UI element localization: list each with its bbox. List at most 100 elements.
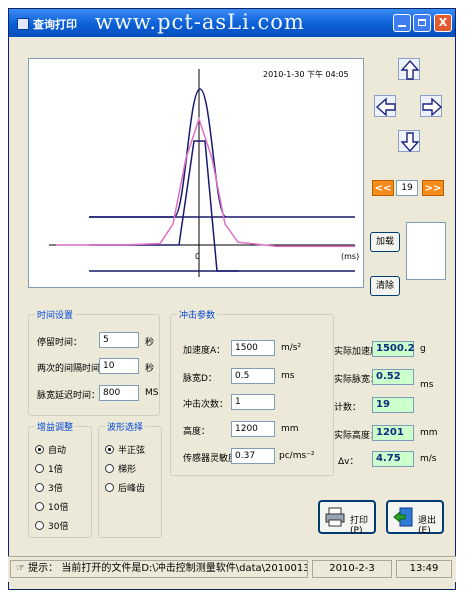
dv-label: Δv： [338, 457, 359, 467]
right-button[interactable] [420, 95, 443, 117]
waveform-radio-0[interactable]: 半正弦 [105, 443, 145, 456]
app-icon [17, 18, 29, 30]
watermark: www.pct-asLi.com [95, 10, 305, 34]
waveform-radio-1[interactable]: 梯形 [105, 462, 136, 475]
waveform-radio-label: 梯形 [118, 465, 137, 475]
count-label: 冲击次数： [183, 400, 229, 410]
print-button[interactable]: 打印(P) [318, 500, 376, 536]
down-button[interactable] [398, 130, 420, 153]
height-label: 高度： [183, 427, 211, 437]
minimize-button[interactable] [393, 14, 411, 32]
maximize-icon [418, 19, 426, 26]
prev-page-button[interactable]: << [372, 180, 394, 196]
count-result-label: 计数： [334, 403, 362, 413]
exit-button[interactable]: 退出(E) [386, 500, 444, 536]
count-result-value: 19 [372, 397, 414, 413]
actual-pulse-unit: ms [420, 380, 434, 390]
x-unit-label: (ms) [341, 252, 359, 261]
actual-height-unit: mm [420, 428, 438, 438]
maximize-button[interactable] [413, 14, 431, 32]
waveform-title: 波形选择 [105, 420, 146, 433]
clear-button[interactable]: 清除 [370, 276, 400, 296]
printer-icon [325, 507, 345, 527]
arrow-right-icon [422, 97, 443, 117]
interval-field[interactable]: 10 [99, 358, 139, 374]
status-message: 当前打开的文件是D:\冲击控制测量软件\data\201001301607. [61, 563, 307, 574]
impact-params-title: 冲击参数 [177, 308, 218, 321]
pulse-label: 脉宽D： [183, 374, 217, 384]
gain-radio-label: 3倍 [48, 484, 63, 494]
gain-title: 增益调整 [35, 420, 76, 433]
interval-unit: 秒 [145, 364, 155, 374]
minimize-icon [398, 25, 406, 27]
gain-group: 增益调整 自动 1倍 3倍 10倍 30倍 [28, 420, 92, 538]
time-settings-group: 时间设置 停留时间： 5 秒 两次的间隔时间： 10 秒 脉宽延迟时间： 800… [28, 308, 160, 416]
pulse-width-delay-field[interactable]: 800 [99, 385, 139, 401]
waveform-radio-label: 后峰齿 [118, 484, 146, 494]
actual-accel-unit: g [420, 344, 426, 354]
radio-dot-icon [35, 483, 44, 492]
gain-radio-label: 10倍 [48, 503, 69, 513]
dv-value: 4.75 [372, 451, 414, 467]
gain-radio-3[interactable]: 10倍 [35, 500, 68, 513]
up-button[interactable] [398, 58, 420, 80]
radio-dot-icon [35, 445, 44, 454]
status-date: 2010-2-3 [312, 560, 392, 578]
radio-dot-icon [35, 521, 44, 530]
signal-series-line [56, 116, 355, 248]
height-field[interactable]: 1200 [231, 421, 275, 437]
actual-pulse-value: 0.52 [372, 369, 414, 385]
arrow-down-icon [400, 132, 420, 153]
stop-time-field[interactable]: 5 [99, 332, 139, 348]
close-button[interactable]: X [434, 14, 452, 32]
pulse-unit: ms [281, 371, 295, 381]
gain-radio-label: 自动 [48, 446, 67, 456]
gain-radio-label: 1倍 [48, 465, 63, 475]
pulse-width-delay-unit: MS [145, 388, 159, 398]
actual-accel-value: 1500.2 [372, 341, 415, 357]
pulse-field[interactable]: 0.5 [231, 368, 275, 384]
gain-radio-2[interactable]: 3倍 [35, 481, 63, 494]
load-button[interactable]: 加载 [370, 232, 400, 252]
chart-svg: 2010-1-30 下午 04:05 0 (ms) [49, 69, 359, 277]
status-time: 13:49 [396, 560, 452, 578]
chart-timestamp: 2010-1-30 下午 04:05 [263, 69, 349, 79]
exit-door-icon [393, 507, 413, 527]
waveform-radio-2[interactable]: 后峰齿 [105, 481, 145, 494]
title-bar[interactable]: 查询打印 www.pct-asLi.com X [9, 9, 455, 37]
preview-box [406, 222, 446, 280]
actual-height-value: 1201 [372, 425, 414, 441]
print-label: 打印(P) [350, 516, 369, 536]
gain-radio-4[interactable]: 30倍 [35, 519, 68, 532]
arrow-left-icon [375, 97, 396, 117]
sensitivity-unit: pc/ms⁻² [279, 451, 315, 461]
arrow-up-icon [400, 59, 420, 80]
sensitivity-field[interactable]: 0.37 [231, 448, 275, 464]
waveform-group: 波形选择 半正弦梯形后峰齿 [98, 420, 162, 538]
page-number-field[interactable]: 19 [396, 180, 418, 196]
count-field[interactable]: 1 [231, 394, 275, 410]
waveform-chart: 2010-1-30 下午 04:05 0 (ms) [28, 58, 364, 288]
stop-time-unit: 秒 [145, 338, 155, 348]
lower-envelope [89, 140, 239, 272]
accel-field[interactable]: 1500 [231, 340, 275, 356]
dv-unit: m/s [420, 454, 437, 464]
radio-dot-icon [105, 483, 114, 492]
stop-time-label: 停留时间： [37, 338, 83, 348]
status-message-cell: ☞ 提示： 当前打开的文件是D:\冲击控制测量软件\data\201001301… [10, 560, 308, 578]
x-zero-label: 0 [195, 252, 200, 261]
radio-dot-icon [105, 464, 114, 473]
pulse-width-delay-label: 脉宽延迟时间： [37, 391, 101, 401]
radio-dot-icon [35, 464, 44, 473]
left-button[interactable] [374, 95, 396, 117]
exit-label: 退出(E) [418, 516, 437, 536]
radio-dot-icon [35, 502, 44, 511]
gain-radio-1[interactable]: 1倍 [35, 462, 63, 475]
height-unit: mm [281, 424, 299, 434]
accel-unit: m/s² [281, 343, 302, 353]
gain-radio-0[interactable]: 自动 [35, 443, 66, 456]
impact-params-group: 冲击参数 加速度A： 1500 m/s² 脉宽D： 0.5 ms 冲击次数： 1… [170, 308, 334, 476]
gain-radio-label: 30倍 [48, 522, 69, 532]
next-page-button[interactable]: >> [422, 180, 444, 196]
status-bar: ☞ 提示： 当前打开的文件是D:\冲击控制测量软件\data\201001301… [8, 556, 456, 582]
